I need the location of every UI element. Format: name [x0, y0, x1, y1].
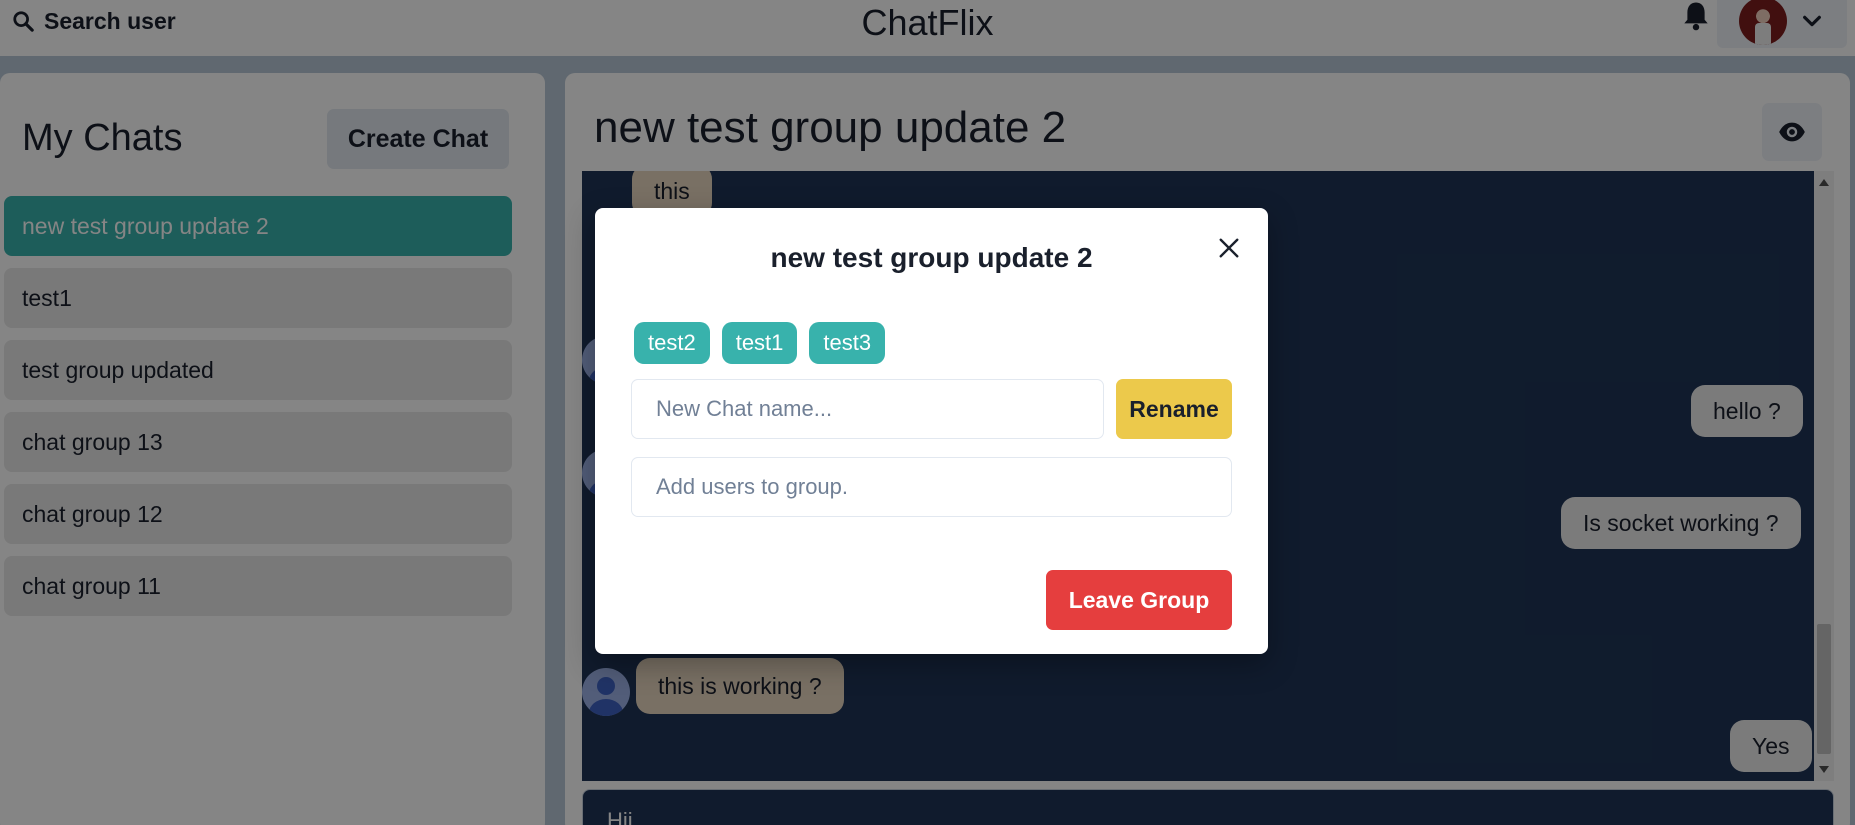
close-icon — [1219, 238, 1239, 258]
group-settings-modal: new test group update 2 test2 test1 test… — [595, 208, 1268, 654]
modal-title: new test group update 2 — [770, 242, 1093, 273]
rename-button[interactable]: Rename — [1116, 379, 1232, 439]
add-users-input[interactable] — [631, 457, 1232, 517]
member-badges: test2 test1 test3 — [634, 322, 886, 364]
new-chat-name-input[interactable] — [631, 379, 1104, 439]
member-badge[interactable]: test2 — [634, 322, 710, 364]
member-badge[interactable]: test1 — [721, 322, 798, 364]
leave-group-button[interactable]: Leave Group — [1046, 570, 1232, 630]
close-modal-button[interactable] — [1209, 228, 1249, 268]
member-badge[interactable]: test3 — [809, 322, 886, 364]
